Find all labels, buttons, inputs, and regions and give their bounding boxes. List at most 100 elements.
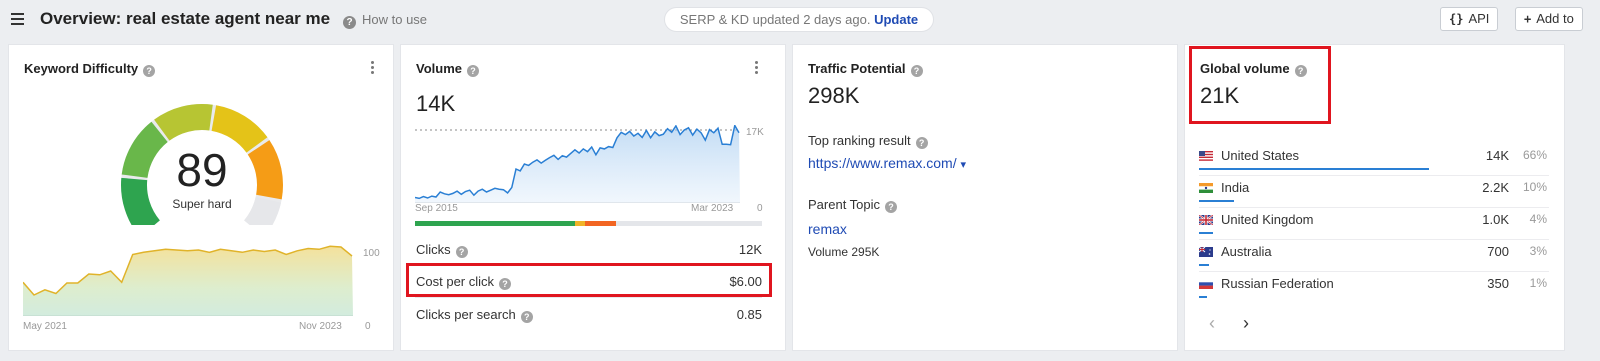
volume-x-end: Mar 2023 [691, 203, 734, 214]
clicks-per-search-value: 0.85 [736, 307, 762, 322]
row-divider [1199, 271, 1549, 272]
kd-y-tick-bottom: 0 [365, 321, 371, 332]
distribution-segment [585, 221, 617, 226]
kd-label: Super hard [172, 197, 232, 211]
kd-more-menu-icon[interactable] [371, 61, 375, 75]
add-to-button-label: Add to [1536, 11, 1574, 26]
country-volume: 2.2K [1482, 180, 1509, 195]
help-icon[interactable]: ? [455, 246, 468, 258]
braces-icon: {} [1449, 12, 1464, 26]
country-share-bar [1199, 296, 1207, 298]
top-ranking-label: Top ranking result? [808, 133, 928, 149]
help-icon[interactable]: ? [885, 201, 898, 213]
parent-topic-label-text: Parent Topic [808, 197, 881, 212]
country-share-bar [1199, 232, 1213, 234]
api-button[interactable]: {} API [1440, 7, 1499, 31]
us-flag-icon [1199, 151, 1213, 161]
top-ranking-url-text: https://www.remax.com/ [808, 155, 957, 171]
chart-area-fill [23, 246, 353, 316]
volume-x-start: Sep 2015 [415, 203, 458, 214]
help-icon[interactable]: ? [143, 65, 156, 77]
kd-score: 89 [176, 144, 228, 196]
chart-area-fill [415, 125, 740, 203]
serp-status-text: SERP & KD updated 2 days ago. [679, 12, 871, 27]
how-to-use-link[interactable]: ? How to use [343, 12, 427, 29]
add-to-button[interactable]: + Add to [1515, 7, 1583, 31]
country-volume: 700 [1487, 244, 1509, 259]
update-link[interactable]: Update [874, 12, 918, 27]
clicks-value: 12K [738, 242, 762, 257]
header-bar: Overview: real estate agent near me ? How… [0, 0, 1600, 40]
how-to-use-label: How to use [362, 12, 428, 27]
traffic-card-title: Traffic Potential? [808, 61, 923, 77]
intent-distribution-bar [415, 221, 762, 226]
volume-y-tick-top: 17K [746, 127, 764, 138]
api-button-label: API [1468, 11, 1490, 26]
row-divider [1199, 239, 1549, 240]
country-share: 66% [1522, 148, 1547, 162]
distribution-segment [574, 221, 586, 226]
country-row[interactable]: India 2.2K 10% [1199, 177, 1549, 209]
parent-topic-label: Parent Topic? [808, 197, 898, 213]
top-ranking-url[interactable]: https://www.remax.com/ ▾ [808, 155, 966, 171]
chevron-down-icon[interactable]: ▾ [960, 159, 966, 171]
gb-flag-icon [1199, 215, 1213, 225]
country-name: United States [1221, 148, 1300, 163]
page-title: Overview: real estate agent near me [40, 9, 331, 28]
volume-history-chart [415, 125, 740, 203]
volume-value: 14K [416, 91, 456, 116]
help-icon: ? [343, 16, 356, 29]
next-page-icon[interactable]: › [1243, 313, 1249, 334]
country-name: India [1221, 180, 1250, 195]
distribution-segment [415, 221, 575, 226]
help-icon[interactable]: ? [910, 65, 923, 77]
volume-more-menu-icon[interactable] [755, 61, 759, 75]
country-share-bar [1199, 200, 1234, 202]
volume-y-tick-bottom: 0 [757, 203, 763, 214]
volume-card-title: Volume? [416, 61, 479, 77]
row-divider [1199, 207, 1549, 208]
kd-y-tick-top: 100 [363, 248, 380, 259]
country-share-bar [1199, 168, 1429, 170]
kd-x-start: May 2021 [23, 321, 67, 332]
help-icon[interactable]: ? [520, 311, 533, 323]
country-name: Russian Federation [1221, 276, 1334, 291]
help-icon[interactable]: ? [915, 137, 928, 149]
hamburger-menu-icon[interactable] [11, 13, 24, 25]
country-share: 10% [1522, 180, 1547, 194]
au-flag-icon [1199, 247, 1213, 257]
country-row[interactable]: United States 14K 66% [1199, 145, 1549, 177]
clicks-label: Clicks? [416, 242, 468, 258]
help-icon[interactable]: ? [467, 65, 479, 77]
country-share: 3% [1529, 244, 1547, 258]
global-volume-highlight-box [1189, 46, 1331, 124]
country-row[interactable]: United Kingdom 1.0K 4% [1199, 209, 1549, 241]
kd-history-chart [23, 245, 353, 316]
ru-flag-icon [1199, 279, 1213, 289]
serp-update-pill: SERP & KD updated 2 days ago. Update [664, 7, 934, 32]
traffic-title-text: Traffic Potential [808, 61, 906, 76]
keyword-difficulty-card: Keyword Difficulty? 89 Super hard 100 0 … [8, 44, 394, 351]
country-volume: 1.0K [1482, 212, 1509, 227]
country-share: 1% [1529, 276, 1547, 290]
volume-title-text: Volume [416, 61, 462, 76]
row-divider [1199, 175, 1549, 176]
kd-card-title: Keyword Difficulty? [24, 61, 156, 77]
row-divider [415, 297, 762, 298]
country-row[interactable]: Australia 700 3% [1199, 241, 1549, 273]
country-name: United Kingdom [1221, 212, 1314, 227]
clicks-label-text: Clicks [416, 242, 451, 257]
global-volume-card: Global volume? 21K United States 14K 66% In… [1184, 44, 1565, 351]
kd-gauge-segment [211, 105, 268, 154]
cps-label-text: Clicks per search [416, 307, 516, 322]
country-name: Australia [1221, 244, 1272, 259]
parent-topic-link[interactable]: remax [808, 221, 847, 237]
country-row[interactable]: Russian Federation 350 1% [1199, 273, 1549, 305]
kd-x-end: Nov 2023 [299, 321, 342, 332]
country-share-bar [1199, 264, 1209, 266]
in-flag-icon [1199, 183, 1213, 193]
prev-page-icon[interactable]: ‹ [1209, 313, 1215, 334]
distribution-segment [616, 221, 762, 226]
volume-card: Volume? 14K 17K 0 Sep 2015 Mar 2023 Clic… [400, 44, 786, 351]
top-ranking-label-text: Top ranking result [808, 133, 911, 148]
